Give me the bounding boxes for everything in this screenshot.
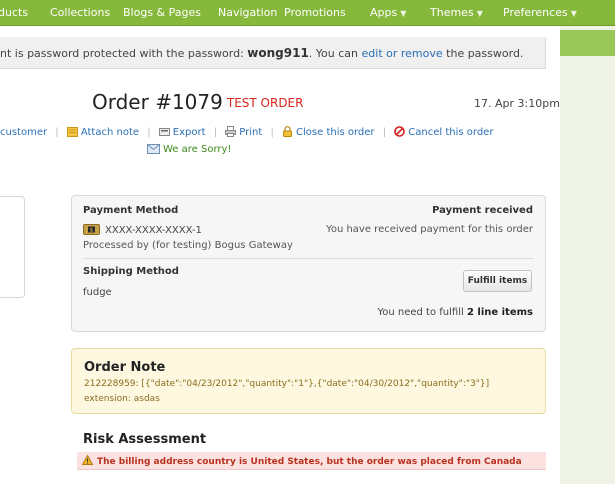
separator: |: [382, 127, 387, 138]
fulfill-count: 2 line items: [466, 307, 533, 318]
sidebar-strip: [560, 30, 615, 56]
payment-gateway: Processed by (for testing) Bogus Gateway: [83, 240, 293, 251]
separator: |: [147, 127, 151, 138]
risk-warning: The billing address country is United St…: [77, 452, 546, 470]
order-note-line: extension: asdas: [84, 394, 160, 404]
close-order-button[interactable]: Close this order: [282, 126, 378, 138]
notice-middle: . You can: [308, 47, 362, 60]
notice-password: wong911: [247, 46, 309, 60]
order-title: Order #1079 TEST ORDER: [92, 90, 303, 114]
payment-status: Payment received: [432, 205, 533, 216]
sorry-label: We are Sorry!: [163, 144, 232, 155]
separator: |: [55, 127, 59, 138]
right-sidebar: [560, 26, 615, 484]
payment-method-label: Payment Method: [83, 205, 179, 216]
nav-themes[interactable]: Themes ▼: [430, 6, 483, 19]
credit-card-icon: $: [83, 224, 100, 235]
risk-assessment-title: Risk Assessment: [83, 432, 207, 447]
print-button[interactable]: Print: [225, 126, 265, 138]
print-label: Print: [239, 127, 263, 138]
print-icon: [225, 126, 237, 137]
shipping-method-value: fudge: [83, 287, 112, 298]
payment-panel: Payment Method Payment received $ XXXX-XX…: [71, 195, 546, 332]
password-notice: nt is password protected with the passwo…: [0, 37, 546, 69]
fulfill-note-prefix: You need to fulfill: [377, 307, 467, 318]
divider: [83, 258, 534, 259]
order-number: Order #1079: [92, 90, 223, 114]
fulfill-items-button[interactable]: Fulfill items: [463, 270, 532, 292]
customer-panel: [0, 196, 25, 298]
email-icon: [147, 144, 160, 154]
attach-note-button[interactable]: Attach note: [66, 127, 142, 138]
payment-message: You have received payment for this order: [326, 224, 533, 235]
card-number: $ XXXX-XXXX-XXXX-1: [83, 224, 202, 236]
chevron-down-icon: ▼: [400, 9, 407, 18]
separator: |: [213, 127, 218, 138]
separator: |: [270, 127, 274, 138]
notice-prefix: nt is password protected with the passwo…: [0, 47, 248, 60]
order-note: Order Note 212228959: [{"date":"04/23/20…: [71, 348, 546, 414]
risk-warning-text: The billing address country is United St…: [97, 457, 522, 467]
nav-products[interactable]: ducts: [0, 6, 28, 19]
cancel-order-button[interactable]: Cancel this order: [394, 126, 494, 138]
fulfill-note: You need to fulfill 2 line items: [377, 307, 533, 318]
export-button[interactable]: Export: [158, 127, 209, 138]
chevron-down-icon: ▼: [476, 9, 483, 18]
order-date: 17. Apr 3:10pm: [474, 97, 560, 110]
nav-blogs-pages[interactable]: Blogs & Pages: [123, 6, 201, 19]
cancel-icon: [394, 126, 406, 137]
svg-text:$: $: [90, 228, 93, 234]
customer-link[interactable]: customer: [0, 127, 47, 138]
chevron-down-icon: ▼: [570, 9, 577, 18]
nav-collections[interactable]: Collections: [50, 6, 110, 19]
close-order-label: Close this order: [296, 127, 375, 138]
lock-icon: [283, 126, 293, 137]
order-note-line: 212228959: [{"date":"04/23/2012","quanti…: [84, 379, 490, 389]
nav-navigation[interactable]: Navigation: [218, 6, 277, 19]
card-number-value: XXXX-XXXX-XXXX-1: [105, 225, 202, 236]
warning-icon: [81, 454, 94, 465]
order-actions: customer | Attach note | Export | Print …: [0, 126, 493, 138]
export-label: Export: [172, 127, 206, 138]
export-icon: [158, 128, 170, 136]
nav-apps[interactable]: Apps ▼: [370, 6, 406, 19]
nav-preferences[interactable]: Preferences ▼: [503, 6, 577, 19]
sorry-email-link[interactable]: We are Sorry!: [147, 143, 231, 155]
note-icon: [66, 127, 78, 137]
cancel-order-label: Cancel this order: [408, 127, 494, 138]
top-nav: ducts Collections Blogs & Pages Navigati…: [0, 0, 615, 26]
nav-promotions[interactable]: Promotions: [284, 6, 346, 19]
shipping-method-label: Shipping Method: [83, 266, 179, 277]
notice-suffix: the password.: [442, 47, 524, 60]
edit-remove-password-link[interactable]: edit or remove: [362, 47, 443, 60]
order-note-title: Order Note: [84, 360, 166, 375]
test-order-badge: TEST ORDER: [226, 96, 304, 110]
attach-note-label: Attach note: [80, 127, 140, 138]
